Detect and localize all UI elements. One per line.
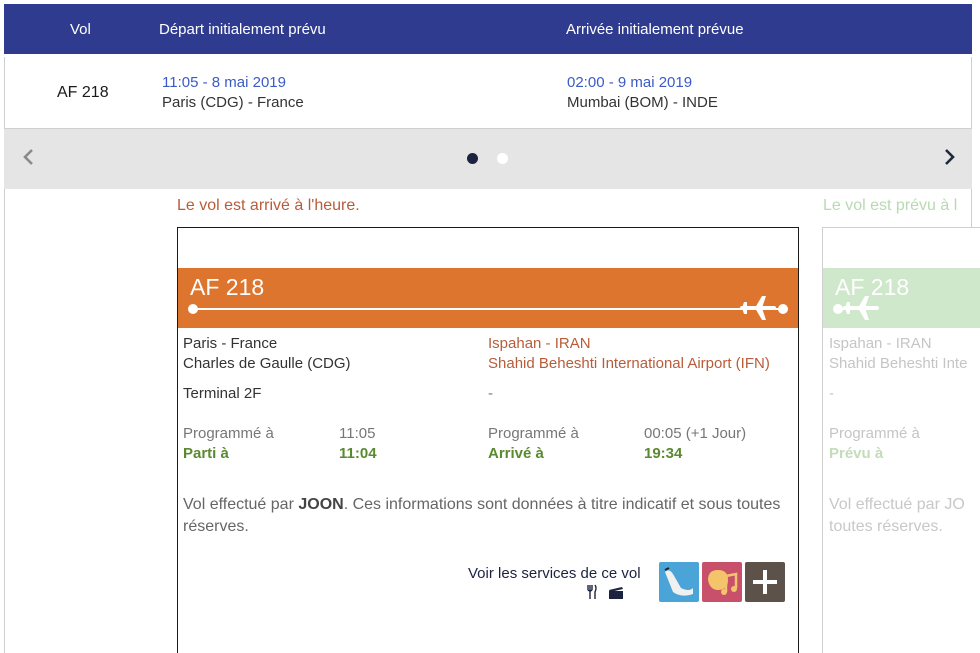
operator-name: JOON	[298, 496, 344, 513]
destination-terminal: -	[488, 385, 493, 402]
depart-city: Paris (CDG) - France	[162, 94, 304, 111]
terminal-2: -	[829, 385, 834, 402]
arr-actual-time: 19:34	[644, 445, 683, 462]
origin-city: Paris - France	[183, 335, 278, 352]
left-border	[4, 189, 5, 653]
plane-icon	[843, 294, 881, 327]
arr-scheduled-label: Programmé à	[488, 425, 579, 442]
arrival-time: 02:00 - 9 mai 2019	[567, 74, 693, 91]
carousel-dot-2[interactable]	[497, 153, 508, 164]
services-mini-icons	[586, 584, 624, 603]
depart-time: 11:05 - 8 mai 2019	[162, 74, 286, 91]
flight-band-2: AF 218	[823, 268, 980, 328]
destination-airport-2: Shahid Beheshti Inte	[829, 355, 968, 372]
band-flight-number: AF 218	[190, 274, 265, 300]
scheduled-label-2: Programmé à	[829, 425, 920, 442]
service-more-icon[interactable]	[745, 562, 785, 602]
route-start-dot-2	[833, 304, 843, 314]
carousel-controls	[4, 129, 972, 189]
meal-icon	[586, 584, 602, 603]
flight-leg-card-2[interactable]: AF 218 Ispahan - IRAN Shahid Beheshti In…	[822, 227, 980, 653]
destination-city: Ispahan - IRAN	[488, 335, 591, 352]
arr-scheduled-time: 00:05 (+1 Jour)	[644, 425, 747, 442]
origin-airport: Charles de Gaulle (CDG)	[183, 355, 351, 372]
planned-label-2: Prévu à	[829, 445, 884, 462]
dep-scheduled-label: Programmé à	[183, 425, 274, 442]
table-header: Vol Départ initialement prévu Arrivée in…	[4, 4, 972, 54]
route-start-dot	[188, 304, 198, 314]
arrival-city: Mumbai (BOM) - INDE	[567, 94, 718, 111]
flight-status-leg1: Le vol est arrivé à l'heure.	[177, 197, 360, 214]
route-line	[192, 308, 782, 310]
flight-status-leg2: Le vol est prévu à l	[823, 197, 958, 214]
origin-terminal: Terminal 2F	[183, 385, 262, 402]
dep-actual-time: 11:04	[339, 445, 377, 462]
service-seat-icon[interactable]	[659, 562, 699, 602]
col-header-arrivee: Arrivée initialement prévue	[566, 21, 744, 38]
operator-note-2: Vol effectué par JO toutes réserves.	[829, 496, 965, 535]
arr-actual-label: Arrivé à	[488, 445, 544, 462]
service-entertainment-icon[interactable]	[702, 562, 742, 602]
carousel-dot-1[interactable]	[467, 153, 478, 164]
chevron-right-icon[interactable]	[942, 148, 956, 170]
services-link[interactable]: Voir les services de ce vol	[468, 565, 641, 582]
plane-icon	[740, 294, 778, 327]
flight-number: AF 218	[57, 84, 109, 101]
flight-leg-card-1: AF 218 Paris - France Charles de Gaulle …	[177, 227, 799, 653]
destination-city-2: Ispahan - IRAN	[829, 335, 932, 352]
route-end-dot	[778, 304, 788, 314]
chevron-left-icon[interactable]	[22, 148, 36, 170]
col-header-depart: Départ initialement prévu	[159, 21, 326, 38]
operator-note: Vol effectué par JOON. Ces informations …	[183, 496, 781, 535]
movie-icon	[608, 587, 624, 603]
col-header-vol: Vol	[70, 21, 91, 38]
flight-band: AF 218	[178, 268, 798, 328]
dep-scheduled-time: 11:05	[339, 425, 376, 442]
dep-actual-label: Parti à	[183, 445, 229, 462]
destination-airport: Shahid Beheshti International Airport (I…	[488, 355, 770, 372]
flight-summary-row: AF 218 11:05 - 8 mai 2019 Paris (CDG) - …	[4, 57, 972, 129]
